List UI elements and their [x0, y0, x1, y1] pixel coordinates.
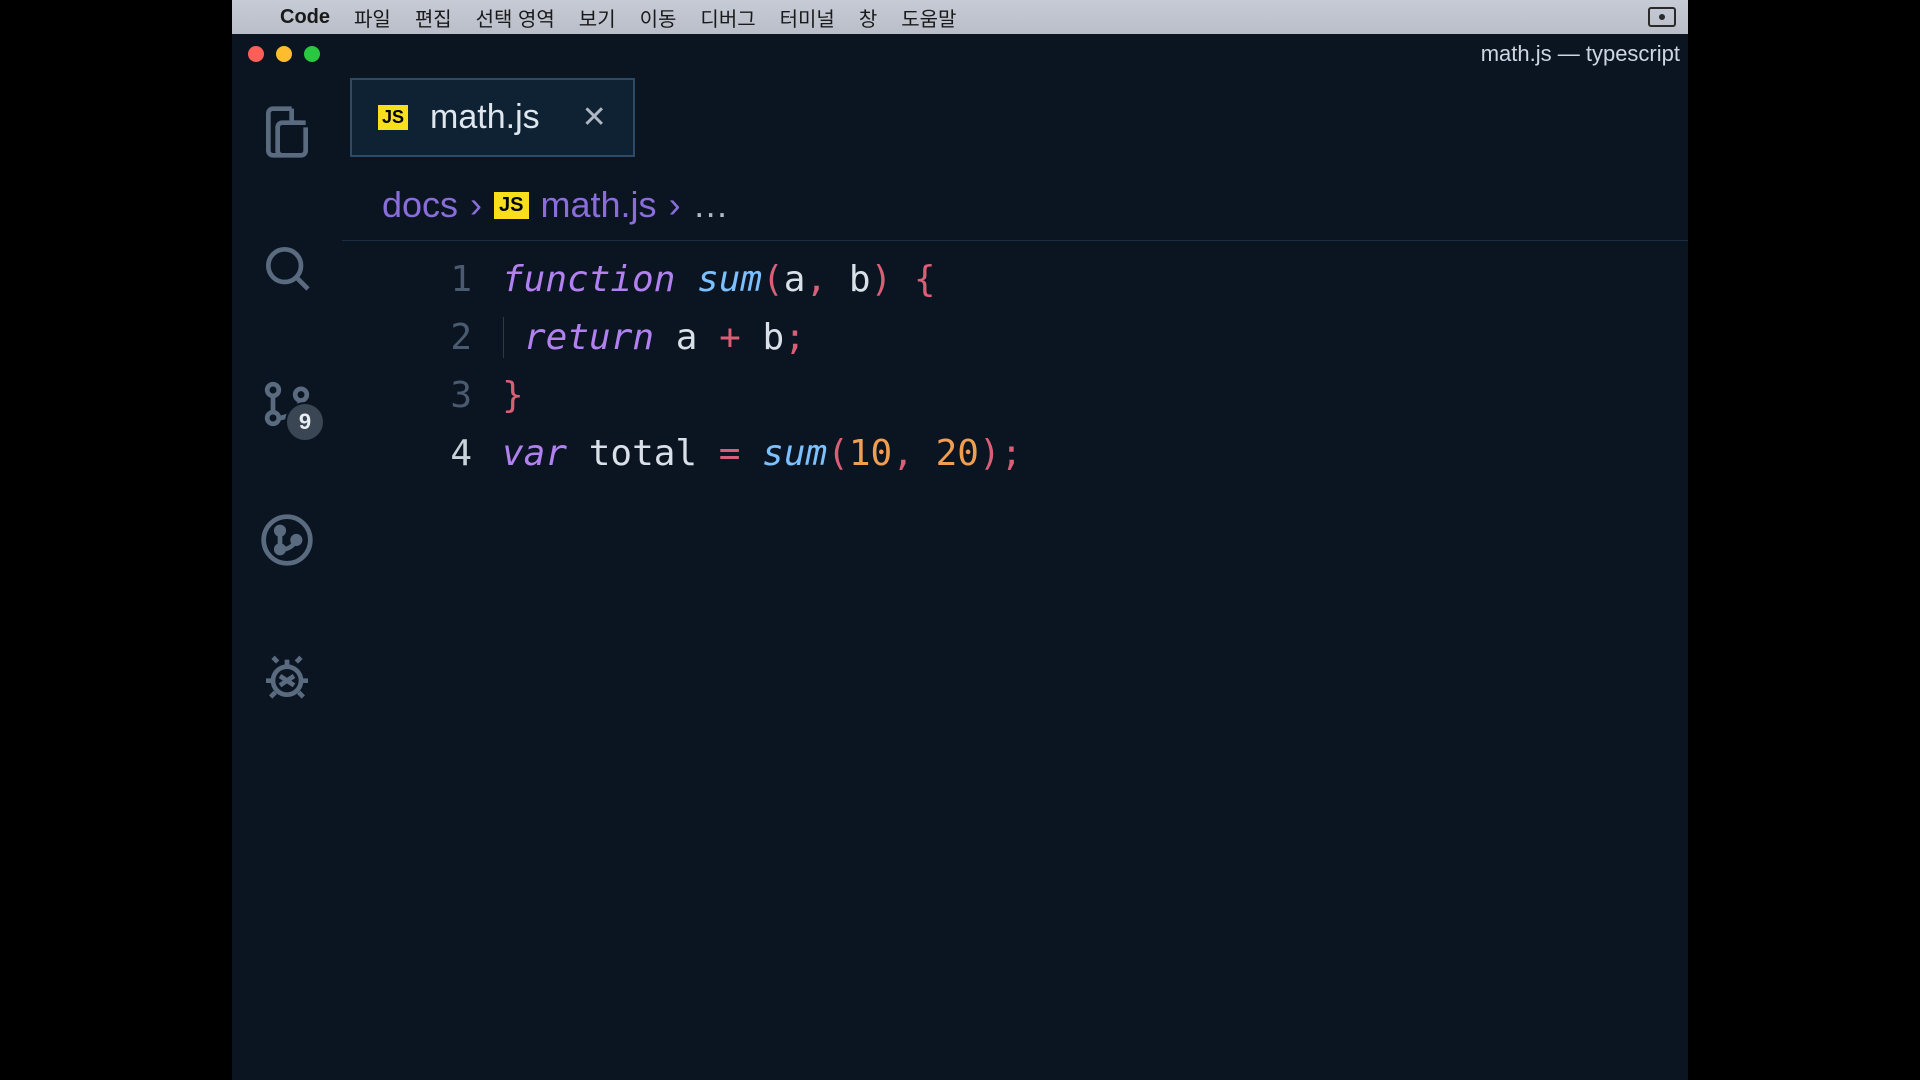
- breadcrumb-more[interactable]: …: [693, 184, 729, 226]
- tab-bar: JS math.js ✕: [342, 74, 1688, 174]
- menu-window[interactable]: 창: [859, 3, 877, 32]
- traffic-lights: [248, 46, 320, 62]
- git-graph-icon[interactable]: [259, 512, 315, 568]
- menubar-app-name[interactable]: Code: [280, 6, 330, 29]
- code-line[interactable]: 1function sum(a, b) {: [342, 251, 1688, 309]
- line-number: 1: [342, 251, 502, 309]
- code-line[interactable]: 2return a + b;: [342, 309, 1688, 367]
- editor-group: JS math.js ✕ docs › JS math.js › … 1func…: [342, 74, 1688, 1080]
- menu-edit[interactable]: 편집: [415, 3, 452, 32]
- explorer-icon[interactable]: [259, 104, 315, 160]
- macos-menubar: Code 파일 편집 선택 영역 보기 이동 디버그 터미널 창 도움말: [232, 0, 1688, 34]
- breadcrumb-segment-file[interactable]: math.js: [541, 184, 657, 226]
- activity-bar: 9: [232, 74, 342, 1080]
- menu-debug[interactable]: 디버그: [700, 3, 755, 32]
- menu-selection[interactable]: 선택 영역: [476, 3, 555, 32]
- code-line[interactable]: 4var total = sum(10, 20);: [342, 425, 1688, 483]
- menu-view[interactable]: 보기: [579, 3, 616, 32]
- js-file-icon: JS: [494, 192, 528, 219]
- source-control-icon[interactable]: 9: [259, 376, 315, 432]
- code-content[interactable]: return a + b;: [502, 309, 806, 367]
- tab-label: math.js: [430, 98, 540, 137]
- js-file-icon: JS: [378, 105, 408, 130]
- chevron-right-icon: ›: [669, 184, 681, 226]
- code-editor[interactable]: 1function sum(a, b) {2return a + b;3}4va…: [342, 241, 1688, 483]
- menu-terminal[interactable]: 터미널: [780, 3, 835, 32]
- scm-badge: 9: [285, 402, 325, 442]
- window-titlebar: math.js — typescript: [232, 34, 1688, 74]
- code-content[interactable]: }: [502, 367, 524, 425]
- menu-file[interactable]: 파일: [354, 3, 391, 32]
- window-title: math.js — typescript: [1481, 41, 1680, 67]
- breadcrumb-segment-root[interactable]: docs: [382, 184, 458, 226]
- code-content[interactable]: var total = sum(10, 20);: [502, 425, 1022, 483]
- minimize-window-button[interactable]: [276, 46, 292, 62]
- code-line[interactable]: 3}: [342, 367, 1688, 425]
- code-content[interactable]: function sum(a, b) {: [502, 251, 936, 309]
- debug-icon[interactable]: [259, 648, 315, 704]
- screen-record-icon[interactable]: [1648, 7, 1676, 27]
- line-number: 2: [342, 309, 502, 367]
- maximize-window-button[interactable]: [304, 46, 320, 62]
- close-window-button[interactable]: [248, 46, 264, 62]
- menu-go[interactable]: 이동: [640, 3, 677, 32]
- line-number: 4: [342, 425, 502, 483]
- breadcrumbs[interactable]: docs › JS math.js › …: [342, 174, 1688, 241]
- menu-help[interactable]: 도움말: [901, 3, 956, 32]
- tab-close-icon[interactable]: ✕: [582, 100, 607, 135]
- search-icon[interactable]: [259, 240, 315, 296]
- chevron-right-icon: ›: [470, 184, 482, 226]
- line-number: 3: [342, 367, 502, 425]
- tab-math-js[interactable]: JS math.js ✕: [350, 78, 635, 157]
